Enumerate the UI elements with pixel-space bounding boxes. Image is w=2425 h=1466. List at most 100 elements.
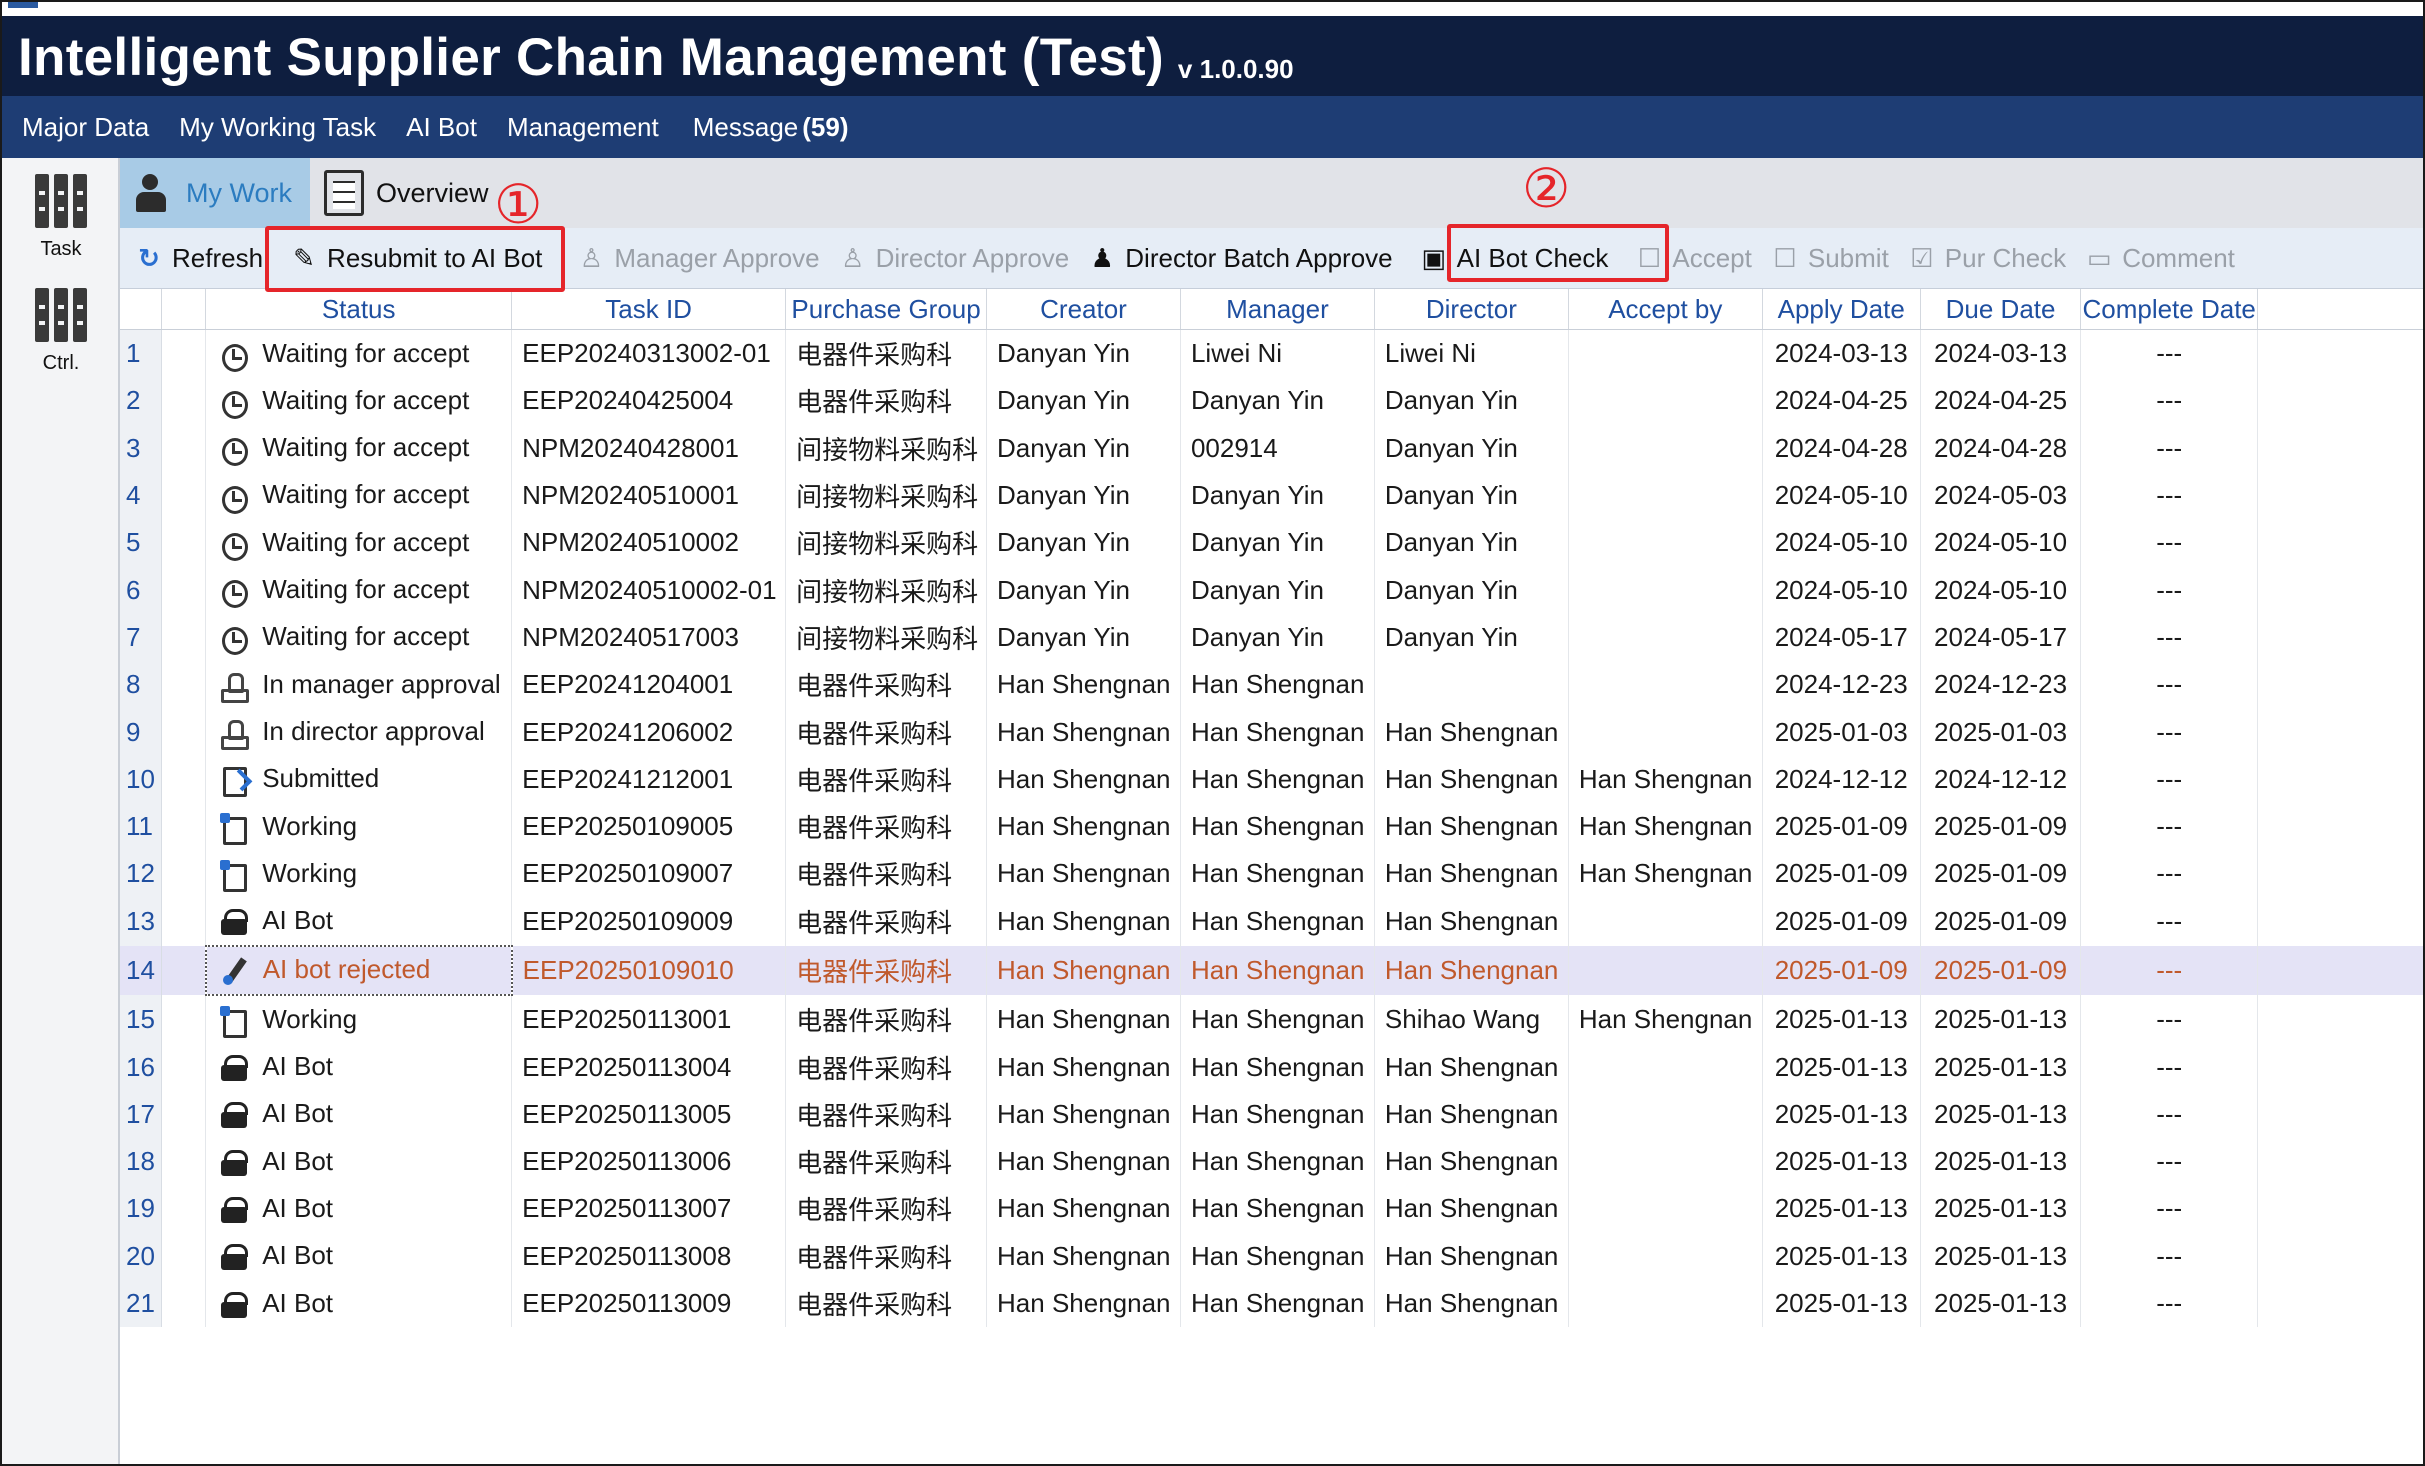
tab-overview[interactable]: Overview: [310, 158, 507, 228]
clock-icon: [220, 434, 249, 467]
status-label: Waiting for accept: [262, 384, 470, 415]
status-label: AI Bot: [262, 1051, 334, 1082]
manager-cell: Han Shengnan: [1180, 661, 1375, 709]
status-label: AI Bot: [262, 1145, 334, 1176]
row-number-cell: 5: [120, 519, 163, 567]
complete-date-cell: ---: [2080, 1232, 2258, 1280]
table-row[interactable]: 8 In manager approval EEP20241204001 电器件采购科…: [120, 661, 2423, 709]
accept-by-cell: [1568, 519, 1763, 567]
apply-date-cell: 2024-12-23: [1762, 661, 1921, 709]
accept-by-cell: [1568, 1232, 1763, 1280]
table-row[interactable]: 18 AI Bot EEP20250113006 电器件采购科 Han Shengnan…: [120, 1138, 2423, 1186]
table-row[interactable]: 10 Submitted EEP20241212001 电器件采购科 Han Sheng…: [120, 755, 2423, 803]
gap-cell: [161, 945, 207, 996]
side-task-button[interactable]: Task: [2, 174, 120, 261]
doc-icon: ☐: [1637, 242, 1662, 273]
resubmit-ai-bot-button[interactable]: ✎ Resubmit to AI Bot: [273, 228, 552, 288]
menu-ai-bot[interactable]: AI Bot: [406, 112, 477, 143]
tab-my-work[interactable]: My Work: [120, 158, 310, 228]
comment-button[interactable]: ▭ Comment: [2076, 228, 2245, 288]
robot-icon: ▣: [1421, 242, 1446, 273]
director-cell: Han Shengnan: [1374, 1185, 1569, 1233]
table-row[interactable]: 12 Working EEP20250109007 电器件采购科 Han Shengna…: [120, 850, 2423, 898]
submit-button[interactable]: ☐ Submit: [1762, 228, 1899, 288]
col-header-purchase-group[interactable]: Purchase Group: [785, 289, 988, 330]
side-ctrl-button[interactable]: Ctrl.: [2, 288, 120, 375]
manager-approve-button[interactable]: ♙ Manager Approve: [552, 228, 829, 288]
col-header-task-id[interactable]: Task ID: [511, 289, 787, 330]
table-row[interactable]: 15 Working EEP20250113001 电器件采购科 Han Shengna…: [120, 995, 2423, 1044]
filler-cell: [2257, 850, 2423, 898]
apply-date-cell: 2024-05-10: [1762, 471, 1921, 520]
filler-cell: [2257, 1279, 2423, 1328]
apply-date-cell: 2025-01-13: [1762, 995, 1921, 1044]
clock-icon: [220, 387, 249, 419]
col-header-due-date[interactable]: Due Date: [1920, 289, 2082, 330]
refresh-button[interactable]: ↻ Refresh: [120, 228, 273, 288]
task-id-cell: NPM20240510001: [511, 471, 787, 520]
table-row[interactable]: 6 Waiting for accept NPM20240510002-01 间接物料…: [120, 566, 2423, 614]
left-nav-panel: Task Ctrl.: [2, 158, 120, 1464]
working-doc-icon: [220, 812, 248, 845]
col-header-complete-date[interactable]: Complete Date: [2080, 289, 2258, 330]
accept-by-cell: [1568, 566, 1763, 614]
creator-cell: Danyan Yin: [986, 471, 1181, 520]
col-header-accept-by[interactable]: Accept by: [1568, 289, 1763, 330]
table-row[interactable]: 2 Waiting for accept EEP20240425004 电器件采购科 D…: [120, 377, 2423, 425]
app-title: Intelligent Supplier Chain Management (T…: [18, 28, 1164, 87]
gap-cell: [161, 471, 207, 520]
accept-by-cell: Han Shengnan: [1568, 802, 1763, 851]
table-row[interactable]: 14 AI bot rejected EEP20250109010 电器件采购科 Han…: [120, 944, 2423, 997]
col-header-manager[interactable]: Manager: [1180, 289, 1375, 330]
creator-cell: Danyan Yin: [986, 329, 1181, 378]
col-header-status[interactable]: Status: [205, 289, 513, 330]
table-row[interactable]: 11 Working EEP20250109005 电器件采购科 Han Shengna…: [120, 802, 2423, 851]
table-row[interactable]: 1 Waiting for accept EEP20240313002-01 电器件采…: [120, 329, 2423, 378]
gap-cell: [161, 755, 207, 803]
gap-cell: [161, 424, 207, 472]
table-row[interactable]: 9 In director approval EEP20241206002 电器件采购…: [120, 708, 2423, 756]
task-id-cell: EEP20250113004: [511, 1043, 787, 1091]
status-cell: AI bot rejected: [204, 944, 513, 997]
menu-my-working-task[interactable]: My Working Task: [179, 112, 376, 143]
table-row[interactable]: 19 AI Bot EEP20250113007 电器件采购科 Han Shengnan…: [120, 1185, 2423, 1233]
manager-cell: Danyan Yin: [1180, 471, 1375, 520]
director-batch-approve-button[interactable]: ♟ Director Batch Approve: [1079, 228, 1402, 288]
filler-cell: [2257, 708, 2423, 756]
accept-button[interactable]: ☐ Accept: [1618, 228, 1762, 288]
menu-management[interactable]: Management: [507, 112, 659, 143]
table-row[interactable]: 16 AI Bot EEP20250113004 电器件采购科 Han Shengnan…: [120, 1043, 2423, 1091]
menu-major-data[interactable]: Major Data: [22, 112, 149, 143]
filler-cell: [2257, 566, 2423, 614]
complete-date-cell: ---: [2080, 1185, 2258, 1233]
table-row[interactable]: 13 AI Bot EEP20250109009 电器件采购科 Han Shengnan…: [120, 897, 2423, 946]
director-cell: [1374, 661, 1569, 709]
ai-bot-check-button[interactable]: ▣ AI Bot Check: [1403, 228, 1619, 288]
director-cell: Han Shengnan: [1374, 755, 1569, 803]
table-row[interactable]: 17 AI Bot EEP20250113005 电器件采购科 Han Shengnan…: [120, 1090, 2423, 1139]
table-row[interactable]: 4 Waiting for accept NPM20240510001 间接物料采购科…: [120, 471, 2423, 520]
table-row[interactable]: 5 Waiting for accept NPM20240510002 间接物料采购科…: [120, 519, 2423, 567]
table-row[interactable]: 7 Waiting for accept NPM20240517003 间接物料采购科…: [120, 613, 2423, 662]
gap-cell: [161, 1090, 207, 1139]
task-id-cell: EEP20250113006: [511, 1138, 787, 1186]
table-row[interactable]: 3 Waiting for accept NPM20240428001 间接物料采购科…: [120, 424, 2423, 472]
table-row[interactable]: 21 AI Bot EEP20250113009 电器件采购科 Han Shengnan…: [120, 1279, 2423, 1328]
col-header-director[interactable]: Director: [1374, 289, 1569, 330]
accept-by-cell: [1568, 613, 1763, 662]
purchase-group-cell: 电器件采购科: [785, 802, 988, 851]
table-row[interactable]: 20 AI Bot EEP20250113008 电器件采购科 Han Shengnan…: [120, 1232, 2423, 1280]
purchase-group-cell: 电器件采购科: [785, 329, 988, 378]
pur-check-button[interactable]: ☑ Pur Check: [1899, 228, 2076, 288]
col-header-creator[interactable]: Creator: [986, 289, 1181, 330]
col-header-apply-date[interactable]: Apply Date: [1762, 289, 1921, 330]
task-id-cell: EEP20250113005: [511, 1090, 787, 1139]
purchase-group-cell: 间接物料采购科: [785, 613, 988, 662]
purchase-group-cell: 电器件采购科: [785, 1232, 988, 1280]
task-id-cell: EEP20250113008: [511, 1232, 787, 1280]
gap-header: [161, 289, 207, 330]
menu-message[interactable]: Message (59): [693, 112, 849, 143]
director-approve-button[interactable]: ♙ Director Approve: [830, 228, 1080, 288]
task-id-cell: EEP20241212001: [511, 755, 787, 803]
window-mark: [8, 2, 38, 8]
